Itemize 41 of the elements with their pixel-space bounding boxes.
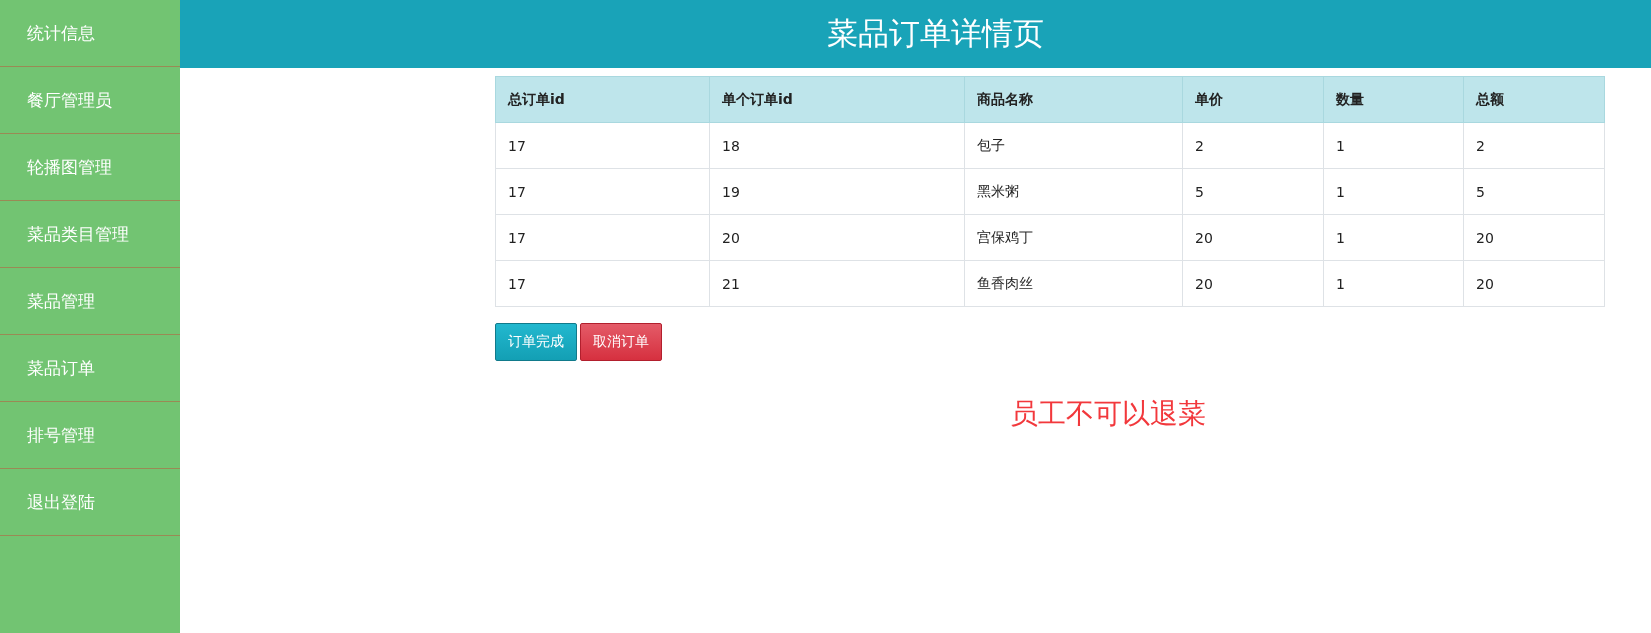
table-cell: 宫保鸡丁 [964,214,1183,261]
table-cell: 21 [709,260,965,307]
column-header: 总额 [1463,76,1605,123]
table-cell: 5 [1182,168,1324,215]
table-cell: 20 [1463,260,1605,307]
sidebar-item[interactable]: 排号管理 [0,402,180,469]
complete-button[interactable]: 订单完成 [495,323,577,361]
table-cell: 18 [709,122,965,169]
table-cell: 20 [1182,260,1324,307]
table-cell: 19 [709,168,965,215]
sidebar-item[interactable]: 退出登陆 [0,469,180,536]
table-cell: 17 [495,260,710,307]
sidebar-item[interactable]: 菜品类目管理 [0,201,180,268]
column-header: 单个订单id [709,76,965,123]
table-cell: 17 [495,122,710,169]
table-cell: 20 [1463,214,1605,261]
table-cell: 5 [1463,168,1605,215]
column-header: 数量 [1323,76,1464,123]
table-cell: 1 [1323,168,1464,215]
sidebar-item[interactable]: 轮播图管理 [0,134,180,201]
table-cell: 1 [1323,214,1464,261]
table-cell: 黑米粥 [964,168,1183,215]
column-header: 单价 [1182,76,1324,123]
column-header: 总订单id [495,76,710,123]
table-cell: 17 [495,168,710,215]
cancel-button[interactable]: 取消订单 [580,323,662,361]
sidebar-item[interactable]: 餐厅管理员 [0,67,180,134]
column-header: 商品名称 [964,76,1183,123]
sidebar-item[interactable]: 菜品订单 [0,335,180,402]
table-cell: 20 [1182,214,1324,261]
table-cell: 1 [1323,122,1464,169]
notice-text: 员工不可以退菜 [1010,397,1206,430]
page-title: 菜品订单详情页 [826,14,1044,53]
table-cell: 鱼香肉丝 [964,260,1183,307]
table-cell: 20 [709,214,965,261]
table-cell: 包子 [964,122,1183,169]
table-cell: 2 [1182,122,1324,169]
table-cell: 1 [1323,260,1464,307]
sidebar-item[interactable]: 菜品管理 [0,268,180,335]
table-cell: 17 [495,214,710,261]
table-cell: 2 [1463,122,1605,169]
